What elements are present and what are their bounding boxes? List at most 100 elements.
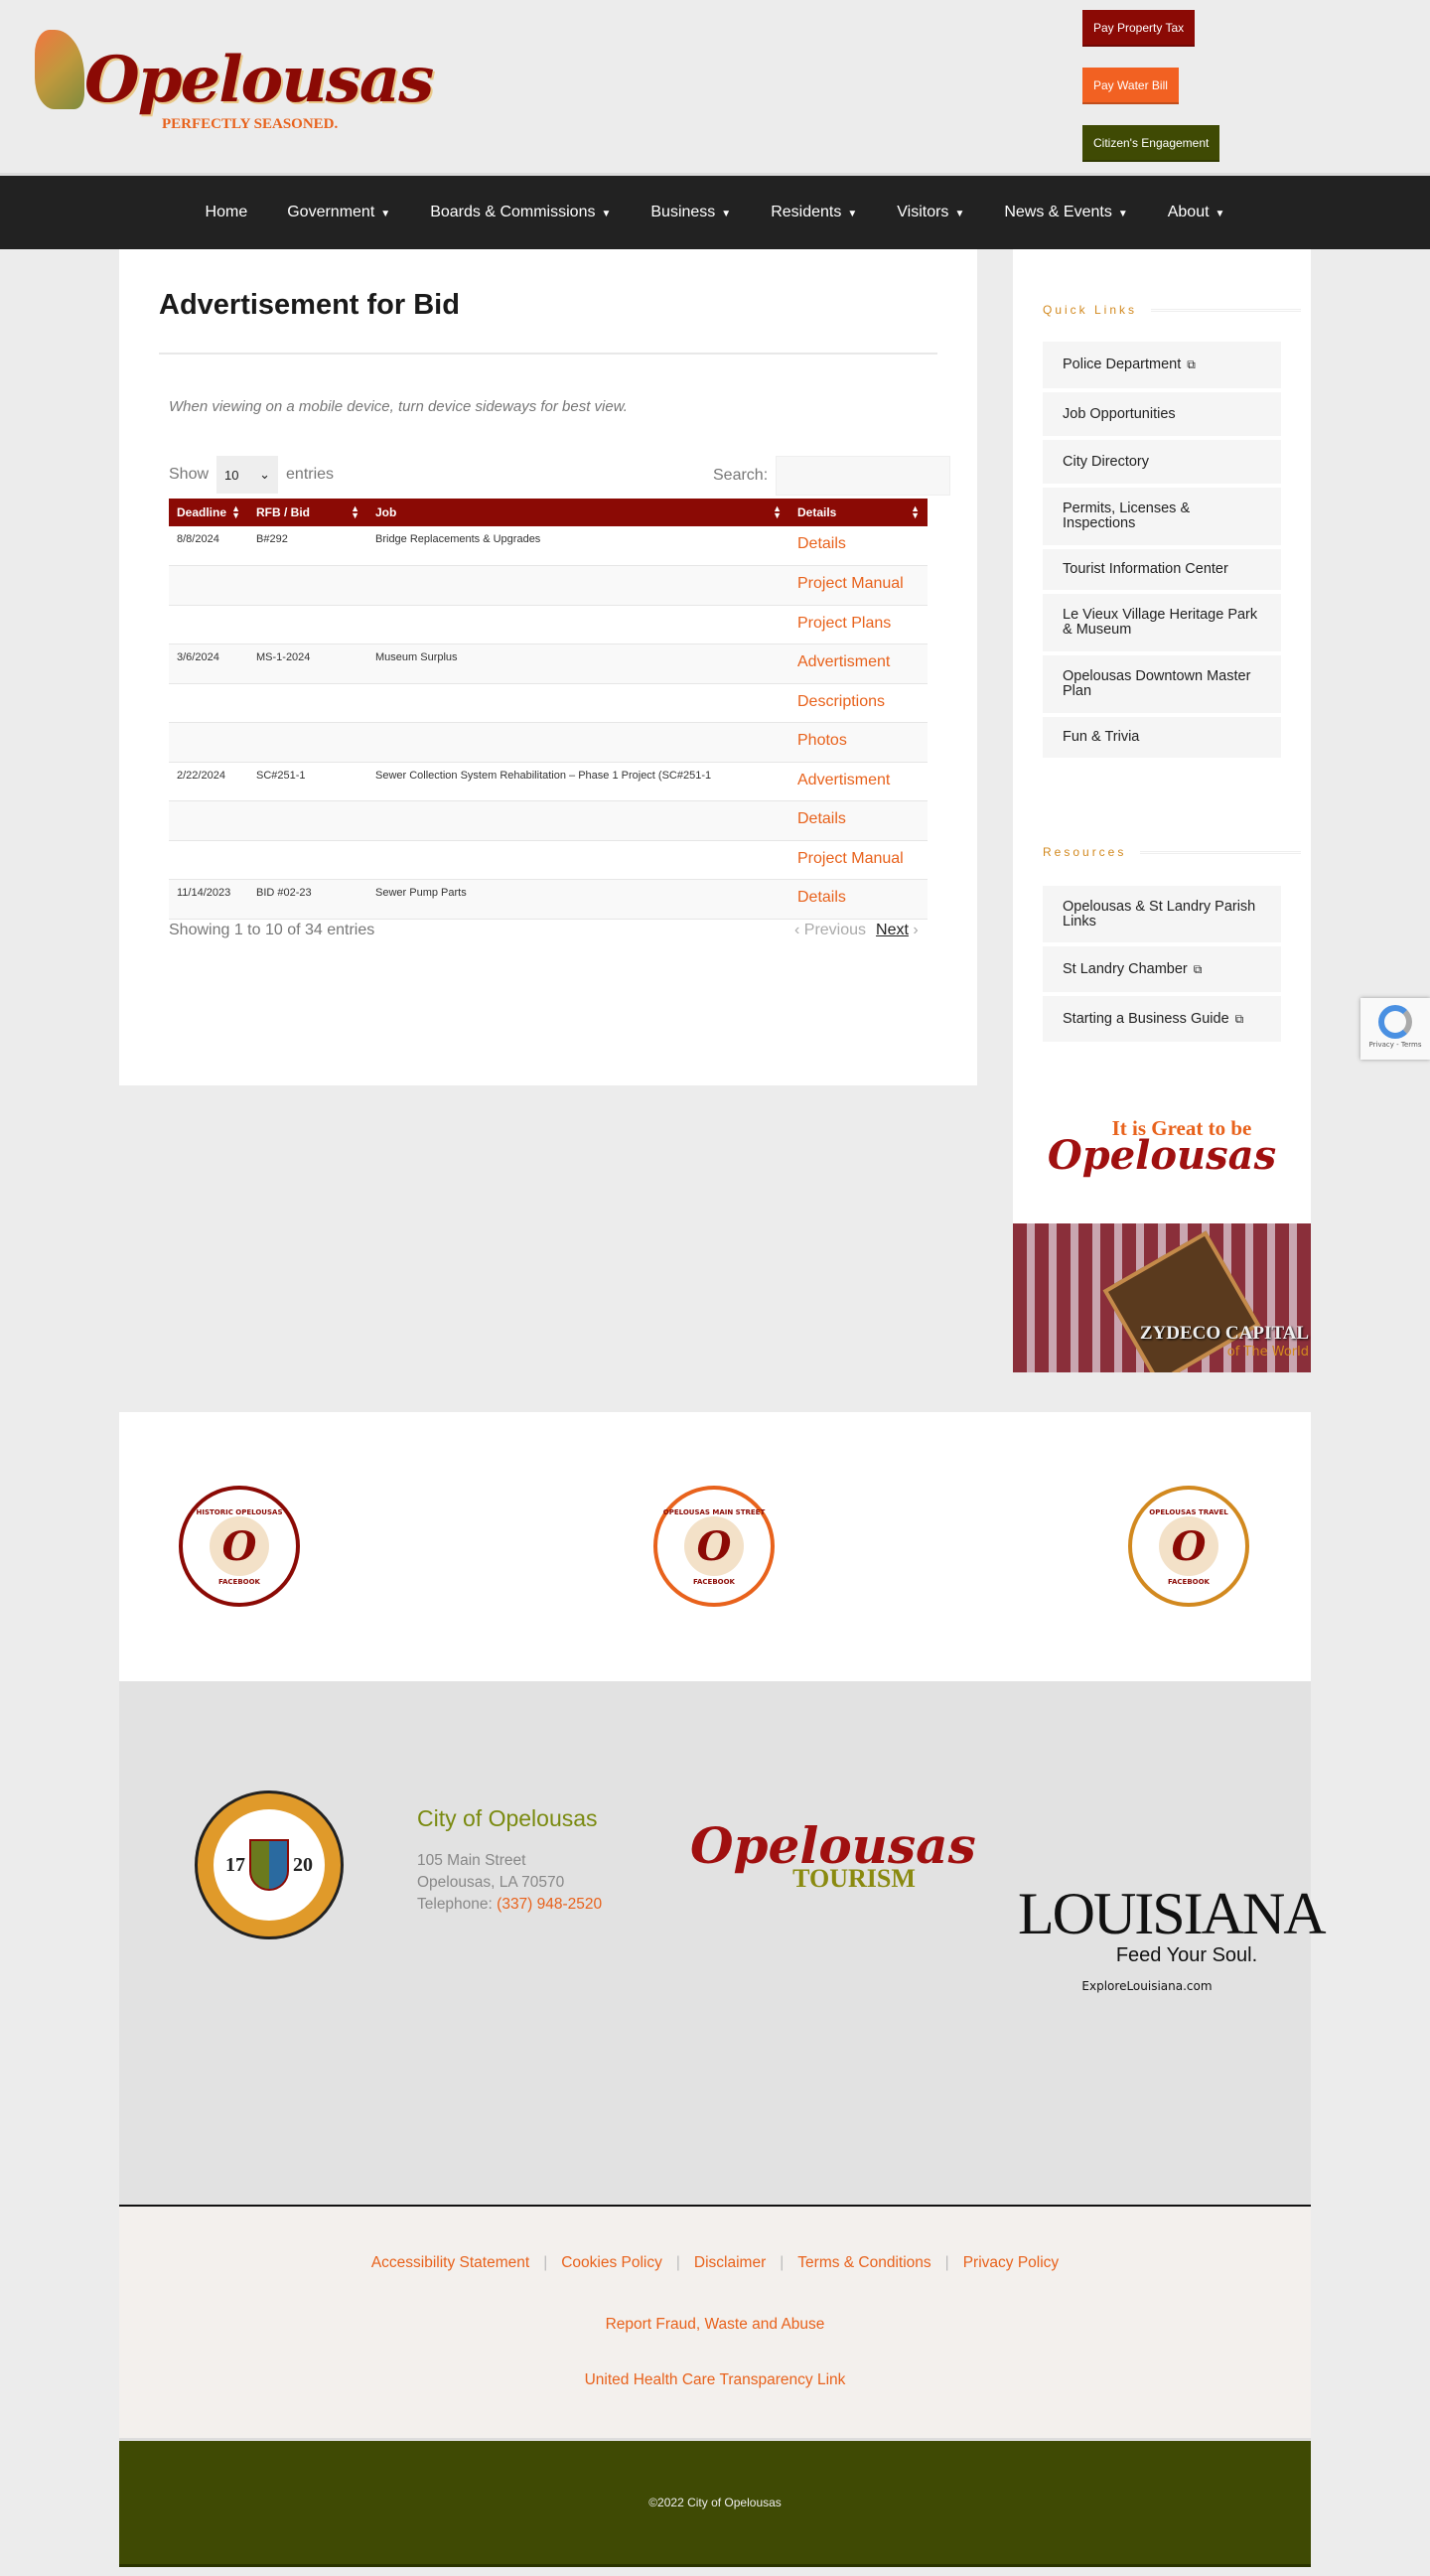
sidebar-link-permits-licenses-inspections[interactable]: Permits, Licenses & Inspections [1043, 488, 1281, 545]
cell-deadline [169, 840, 248, 880]
terms-conditions-link[interactable]: Terms & Conditions [797, 2254, 930, 2271]
site-logo[interactable]: Opelousas PERFECTLY SEASONED. [35, 25, 434, 144]
accessibility-statement-link[interactable]: Accessibility Statement [371, 2254, 529, 2271]
nav-item-residents[interactable]: Residents ▼ [751, 204, 877, 221]
report-fraud-link[interactable]: Report Fraud, Waste and Abuse [606, 2316, 825, 2333]
details-link[interactable]: Photos [797, 732, 847, 749]
caret-down-icon: ▼ [954, 209, 965, 219]
caret-down-icon: ▼ [380, 209, 391, 219]
entries-label: entries [286, 466, 335, 483]
social-historic-opelousas-badge[interactable]: HISTORIC OPELOUSAS O FACEBOOK [179, 1486, 300, 1607]
sidebar-link-city-directory[interactable]: City Directory [1043, 440, 1281, 484]
link-label: Job Opportunities [1063, 405, 1176, 422]
phone-link[interactable]: (337) 948-2520 [497, 1896, 602, 1913]
louisiana-logo[interactable]: LOUISIANA Feed Your Soul. ExploreLouisia… [1018, 1883, 1327, 1993]
sidebar-link-job-opportunities[interactable]: Job Opportunities [1043, 392, 1281, 436]
sidebar-link-police-department[interactable]: Police Department ⧉ [1043, 342, 1281, 388]
nav-item-visitors[interactable]: Visitors ▼ [877, 204, 984, 221]
column-header-job[interactable]: Job ▲ ▼ [367, 499, 789, 526]
cell-details: Project Plans [789, 605, 928, 644]
column-header-details[interactable]: Details ▲ ▼ [789, 499, 928, 526]
resources-heading: Resources [1043, 845, 1301, 859]
mobile-note: When viewing on a mobile device, turn de… [169, 398, 628, 415]
cookies-policy-link[interactable]: Cookies Policy [561, 2254, 662, 2271]
citizens-engagement-button[interactable]: Citizen's Engagement [1082, 125, 1220, 162]
logo-emblem [35, 30, 84, 109]
table-row: Photos [169, 722, 928, 763]
address-line-2: Opelousas, LA 70570 [417, 1874, 565, 1891]
column-header-rfb-bid[interactable]: RFB / Bid ▲ ▼ [248, 499, 367, 526]
seal-year-right: 20 [293, 1853, 313, 1876]
sidebar-link-st-landry-chamber[interactable]: St Landry Chamber ⧉ [1043, 946, 1281, 992]
social-opelousas-travel-badge[interactable]: OPELOUSAS TRAVEL O FACEBOOK [1128, 1486, 1249, 1607]
sidebar-link-opelousas-st-landry-parish-links[interactable]: Opelousas & St Landry Parish Links [1043, 886, 1281, 942]
logo-tagline: PERFECTLY SEASONED. [162, 116, 339, 132]
badge-logo-icon: O [1159, 1516, 1218, 1576]
details-link[interactable]: Project Manual [797, 850, 904, 867]
table-row: 8/8/2024 B#292 Bridge Replacements & Upgra… [169, 526, 928, 566]
nav-item-government[interactable]: Government ▼ [267, 204, 410, 221]
cell-deadline [169, 722, 248, 763]
cell-job [367, 722, 789, 763]
city-seal: 17 20 [195, 1790, 344, 1939]
pay-property-tax-button[interactable]: Pay Property Tax [1082, 10, 1196, 47]
cell-job [367, 683, 789, 723]
column-header-deadline[interactable]: Deadline ▲ ▼ [169, 499, 248, 526]
disclaimer-link[interactable]: Disclaimer [694, 2254, 766, 2271]
sidebar-link-opelousas-downtown-master-plan[interactable]: Opelousas Downtown Master Plan [1043, 655, 1281, 713]
pay-water-bill-button[interactable]: Pay Water Bill [1082, 68, 1179, 104]
site-header: Opelousas PERFECTLY SEASONED. Pay Proper… [0, 0, 1430, 173]
cell-deadline [169, 565, 248, 606]
entries-select[interactable]: 10 ⌄ [216, 456, 279, 494]
opelousas-tourism-logo[interactable]: Opelousas TOURISM [690, 1820, 976, 1894]
details-link[interactable]: Details [797, 889, 846, 906]
social-opelousas-main-street-badge[interactable]: OPELOUSAS MAIN STREET O FACEBOOK [653, 1486, 775, 1607]
link-label: Permits, Licenses & Inspections [1063, 501, 1191, 531]
recaptcha-badge[interactable]: Privacy - Terms [1360, 998, 1430, 1060]
link-label: Starting a Business Guide [1063, 1010, 1229, 1027]
privacy-policy-link[interactable]: Privacy Policy [963, 2254, 1059, 2271]
search-input[interactable] [776, 456, 951, 496]
nav-item-boards-commissions[interactable]: Boards & Commissions ▼ [410, 204, 631, 221]
copyright-text: ©2022 City of Opelousas [648, 2496, 782, 2509]
badge-logo-icon: O [684, 1516, 744, 1576]
badge-title: OPELOUSAS TRAVEL [1149, 1508, 1228, 1516]
nav-item-about[interactable]: About ▼ [1148, 204, 1245, 221]
details-link[interactable]: Project Manual [797, 575, 904, 592]
divider [159, 353, 937, 355]
uhc-transparency-link[interactable]: United Health Care Transparency Link [585, 2371, 846, 2388]
table-row: 2/22/2024 SC#251-1 Sewer Collection System… [169, 762, 928, 801]
great-to-be-opelousas-banner[interactable]: It is Great to be Opelousas [1013, 1102, 1311, 1223]
search-label: Search: [713, 467, 769, 484]
previous-button[interactable]: ‹ Previous [794, 922, 866, 939]
cell-rfb-bid [248, 605, 367, 644]
cell-details: Details [789, 800, 928, 841]
details-link[interactable]: Advertisment [797, 653, 890, 670]
quick-links-title: Quick Links [1043, 303, 1138, 317]
caret-down-icon: ▼ [1215, 209, 1225, 219]
sidebar: Quick Links Police Department ⧉ Job Opport… [1013, 249, 1311, 1372]
nav-label: Government [287, 204, 375, 220]
zydeco-capital-banner[interactable]: ZYDECO CAPITAL of The World [1013, 1223, 1311, 1372]
cell-deadline [169, 605, 248, 644]
sidebar-link-fun-trivia[interactable]: Fun & Trivia [1043, 717, 1281, 758]
details-link[interactable]: Advertisment [797, 772, 890, 788]
louisiana-url: ExploreLouisiana.com [1081, 1979, 1213, 1993]
details-link[interactable]: Descriptions [797, 693, 885, 710]
recaptcha-links[interactable]: Privacy - Terms [1369, 1041, 1422, 1049]
nav-item-home[interactable]: Home [186, 204, 268, 221]
next-button[interactable]: Next › [876, 922, 919, 939]
details-link[interactable]: Details [797, 810, 846, 827]
sidebar-link-tourist-information-center[interactable]: Tourist Information Center [1043, 549, 1281, 590]
cell-job: Museum Surplus [367, 644, 789, 684]
logo-text: Opelousas [84, 43, 434, 117]
details-link[interactable]: Details [797, 535, 846, 552]
cell-rfb-bid: MS-1-2024 [248, 644, 367, 684]
nav-item-business[interactable]: Business ▼ [631, 204, 751, 221]
nav-item-news-events[interactable]: News & Events ▼ [984, 204, 1147, 221]
quick-links-heading: Quick Links [1043, 303, 1301, 317]
sidebar-link-starting-a-business-guide[interactable]: Starting a Business Guide ⧉ [1043, 996, 1281, 1042]
details-link[interactable]: Project Plans [797, 615, 891, 632]
sidebar-link-le-vieux-village-heritage-park-museum[interactable]: Le Vieux Village Heritage Park & Museum [1043, 594, 1281, 651]
cell-job [367, 565, 789, 606]
